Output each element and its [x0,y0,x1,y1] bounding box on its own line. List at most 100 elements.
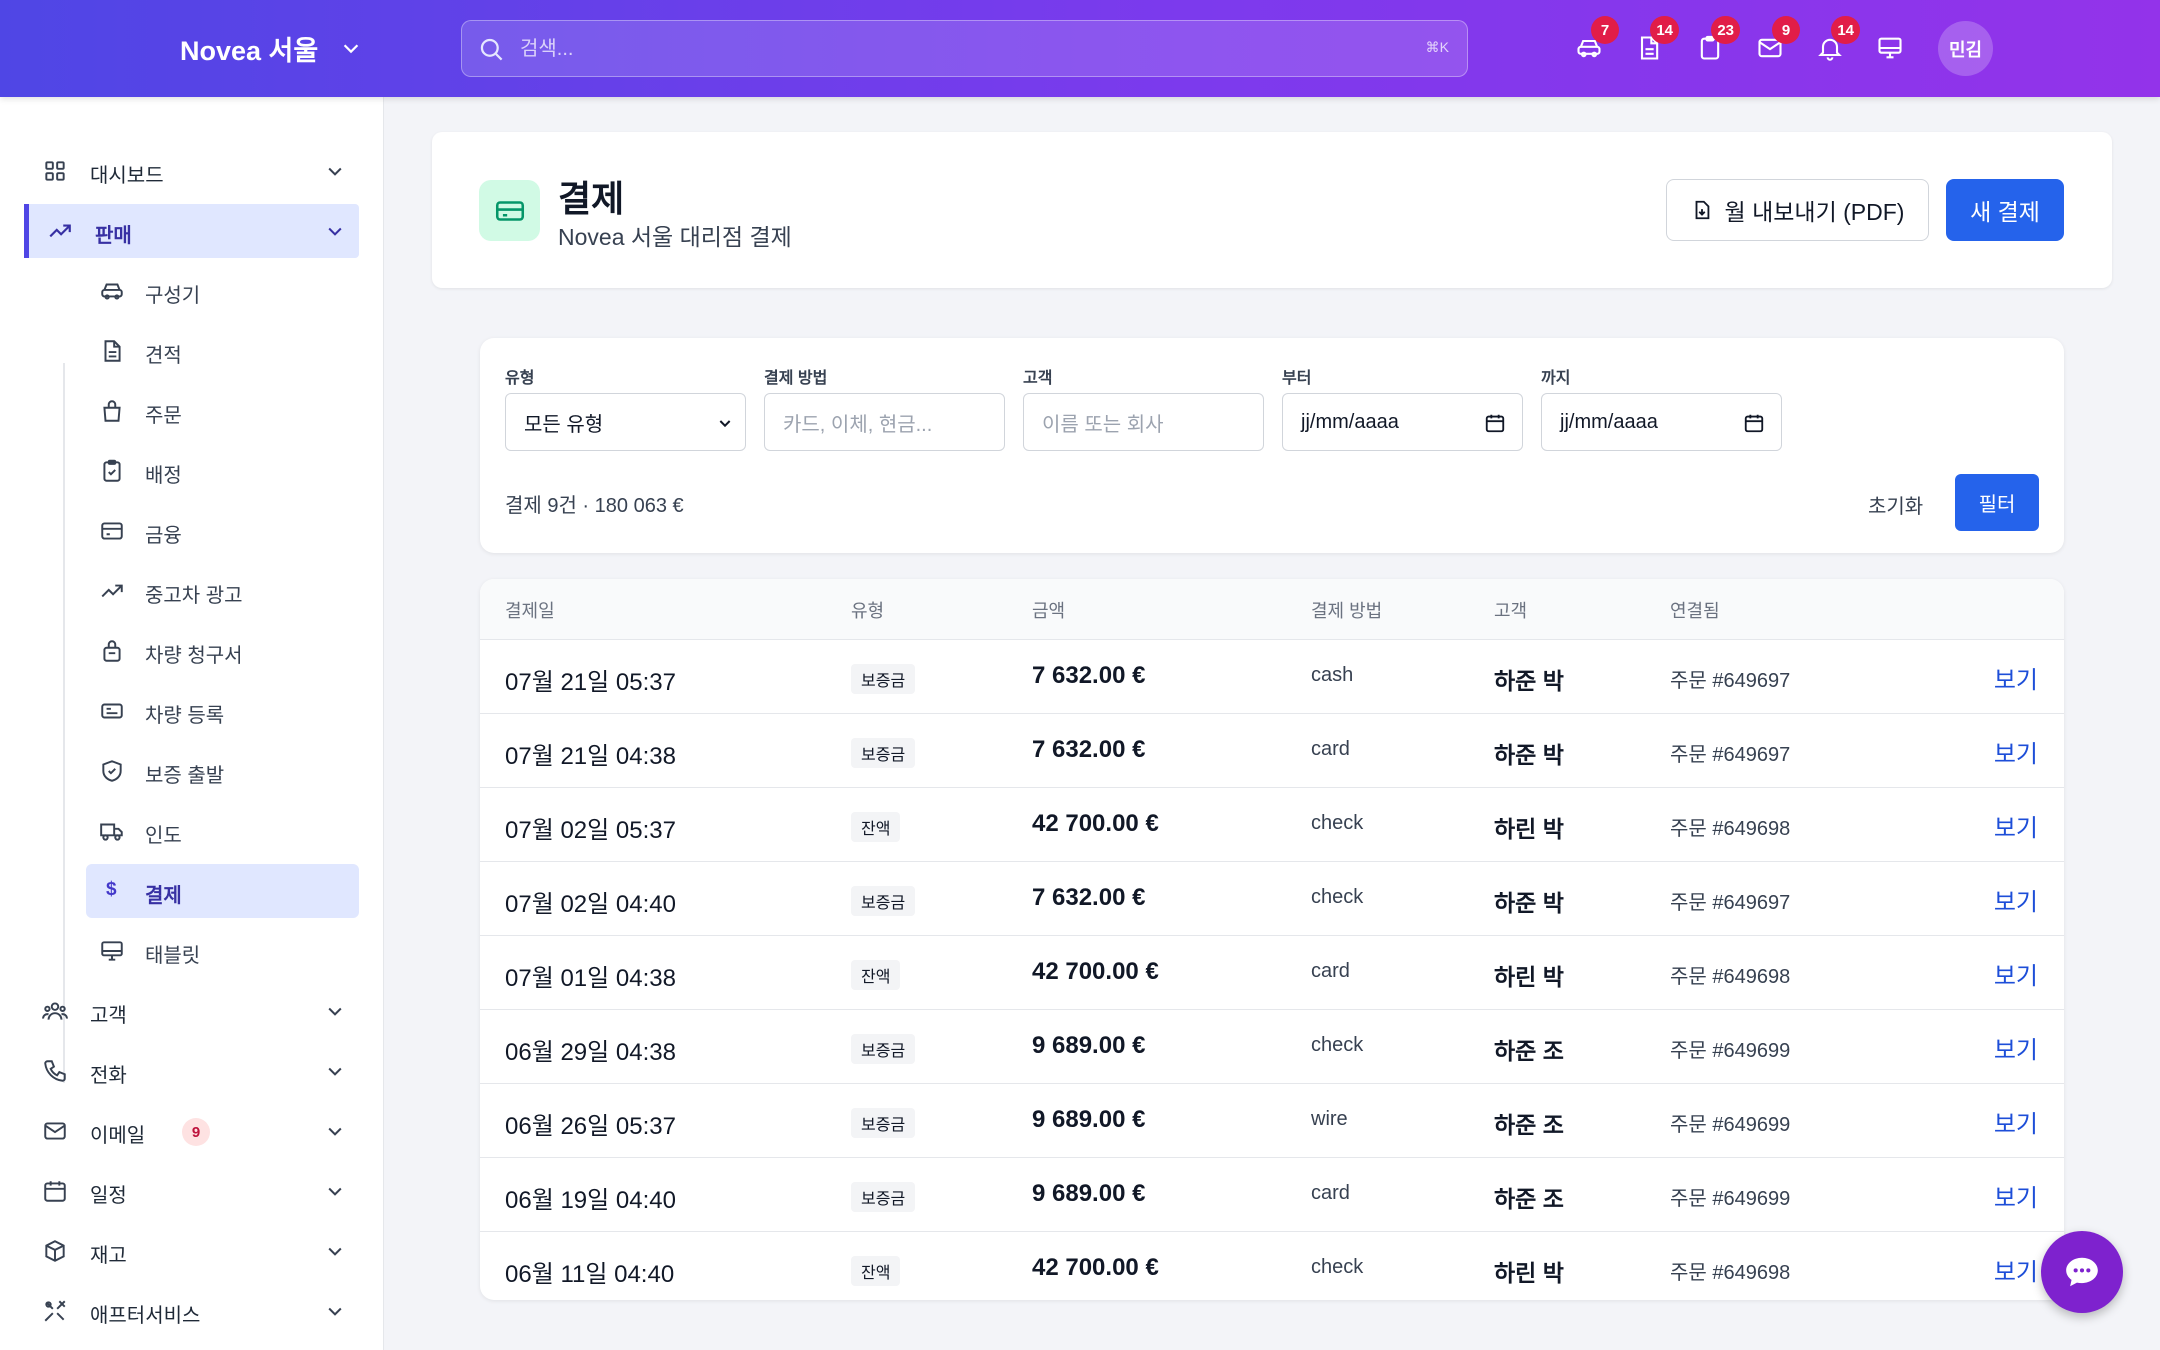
customer-name: 하준 박 [1494,890,1564,916]
search-input[interactable] [520,31,1380,67]
customer-name: 하린 박 [1494,816,1564,842]
sidebar-item-quotes[interactable]: 견적 [86,324,359,378]
chevron-down-icon [328,1007,342,1016]
configurator-shortcut-button[interactable]: 7 [1571,16,1619,66]
sidebar-item-label: 주문 [145,405,182,427]
from-date-value: jj/mm/aaaa [1301,410,1399,433]
sidebar-item-label: 태블릿 [145,945,201,967]
avatar[interactable]: 민김 [1938,21,1993,76]
sidebar-item-calendar[interactable]: 일정 [24,1164,359,1218]
tasks-shortcut-button[interactable]: 23 [1692,16,1740,66]
view-button[interactable]: 보기 [1994,1178,2038,1213]
export-pdf-button[interactable]: 월 내보내기 (PDF) [1666,179,1929,241]
sidebar-item-registration[interactable]: 차량 등록 [86,684,359,738]
chat-button[interactable] [2041,1231,2123,1313]
shopping-bag-icon [99,638,125,664]
car-icon [99,278,125,304]
payment-date: 06월 26일 05:37 [505,1113,676,1140]
sidebar-item-used-ads[interactable]: 중고차 광고 [86,564,359,618]
payment-date: 07월 21일 04:38 [505,743,676,770]
calendar-icon[interactable] [1484,412,1506,434]
truck-icon [99,818,125,844]
sidebar-item-warranty[interactable]: 보증 출발 [86,744,359,798]
tablet-mode-button[interactable] [1872,30,1908,66]
sidebar-item-delivery[interactable]: 인도 [86,804,359,858]
type-tag: 보증금 [851,738,916,768]
sidebar-item-dashboard[interactable]: 대시보드 [24,144,359,198]
sidebar-item-label: 금융 [145,525,182,547]
sidebar-item-finance[interactable]: 금융 [86,504,359,558]
sidebar-item-allocation[interactable]: 배정 [86,444,359,498]
customer-input[interactable]: 이름 또는 회사 [1023,393,1264,451]
sidebar-item-after-sales[interactable]: 애프터서비스 [24,1284,359,1338]
from-date-input[interactable]: jj/mm/aaaa [1282,393,1523,451]
search-bar[interactable]: ⌘K [461,20,1468,77]
column-header-customer: 고객 [1494,601,1528,621]
sidebar-item-sales[interactable]: 판매 [24,204,359,258]
sidebar-item-label: 이메일 [90,1125,146,1147]
calendar-icon[interactable] [1743,412,1765,434]
sidebar-item-vehicle-invoice[interactable]: 차량 청구서 [86,624,359,678]
column-header-type: 유형 [851,601,885,621]
payment-amount: 42 700.00 € [1032,958,1159,985]
sidebar-item-configurator[interactable]: 구성기 [86,264,359,318]
payment-amount: 7 632.00 € [1032,736,1146,763]
chevron-down-icon [328,1187,342,1196]
trending-icon [47,218,73,244]
id-card-icon [99,698,125,724]
customer-name: 하린 박 [1494,1260,1564,1286]
sidebar-item-inventory[interactable]: 재고 [24,1224,359,1278]
sidebar-item-orders[interactable]: 주문 [86,384,359,438]
clipboard-check-icon [99,458,125,484]
view-button[interactable]: 보기 [1994,660,2038,695]
sidebar-item-calls[interactable]: 전화 [24,1044,359,1098]
view-button[interactable]: 보기 [1994,1030,2038,1065]
payment-method: check [1311,1034,1364,1056]
payment-amount: 42 700.00 € [1032,810,1159,837]
reset-filters-button[interactable]: 초기화 [1868,490,1923,519]
credit-card-icon [99,518,125,544]
linked-order: 주문 #649699 [1670,1114,1791,1136]
sidebar-item-label: 판매 [95,225,132,247]
sidebar-item-label: 구성기 [145,285,201,307]
method-input[interactable]: 카드, 이체, 현금... [764,393,1005,451]
users-icon [42,998,68,1024]
view-button[interactable]: 보기 [1994,734,2038,769]
chevron-down-icon [344,44,359,54]
sidebar-item-email[interactable]: 이메일 9 [24,1104,359,1158]
unread-badge: 9 [182,1118,210,1146]
view-button[interactable]: 보기 [1994,956,2038,991]
page-subtitle: Novea 서울 대리점 결제 [558,224,792,250]
method-input-placeholder: 카드, 이체, 현금... [783,413,933,436]
type-tag: 잔액 [851,960,901,990]
column-header-method: 결제 방법 [1311,601,1383,621]
sidebar-item-tablet[interactable]: 태블릿 [86,924,359,978]
payment-amount: 7 632.00 € [1032,662,1146,689]
payment-method: card [1311,1182,1350,1204]
sidebar-item-customers[interactable]: 고객 [24,984,359,1038]
view-button[interactable]: 보기 [1994,1104,2038,1139]
view-button[interactable]: 보기 [1994,882,2038,917]
sidebar-item-label: 차량 등록 [145,705,225,727]
results-summary: 결제 9건 · 180 063 € [505,495,684,517]
box-icon [42,1238,68,1264]
monitor-icon [1878,37,1902,59]
sidebar-item-payments[interactable]: $ 결제 [86,864,359,918]
new-payment-button[interactable]: 새 결제 [1946,179,2064,241]
quotes-shortcut-button[interactable]: 14 [1631,16,1679,66]
payment-card-icon [479,180,540,241]
dealer-switcher[interactable]: Novea 서울 [180,30,362,66]
mail-shortcut-button[interactable]: 9 [1752,16,1800,66]
calendar-icon [42,1178,68,1204]
brand-name: Novea 서울 [180,35,319,66]
bag-icon [99,398,125,424]
to-date-input[interactable]: jj/mm/aaaa [1541,393,1782,451]
to-date-label: 까지 [1541,370,1571,387]
view-button[interactable]: 보기 [1994,1252,2038,1287]
view-button[interactable]: 보기 [1994,808,2038,843]
apply-filter-button[interactable]: 필터 [1955,474,2039,531]
from-date-label: 부터 [1282,370,1312,387]
type-select[interactable]: 모든 유형 [505,393,746,451]
payment-amount: 42 700.00 € [1032,1254,1159,1281]
notifications-button[interactable]: 14 [1812,16,1860,66]
